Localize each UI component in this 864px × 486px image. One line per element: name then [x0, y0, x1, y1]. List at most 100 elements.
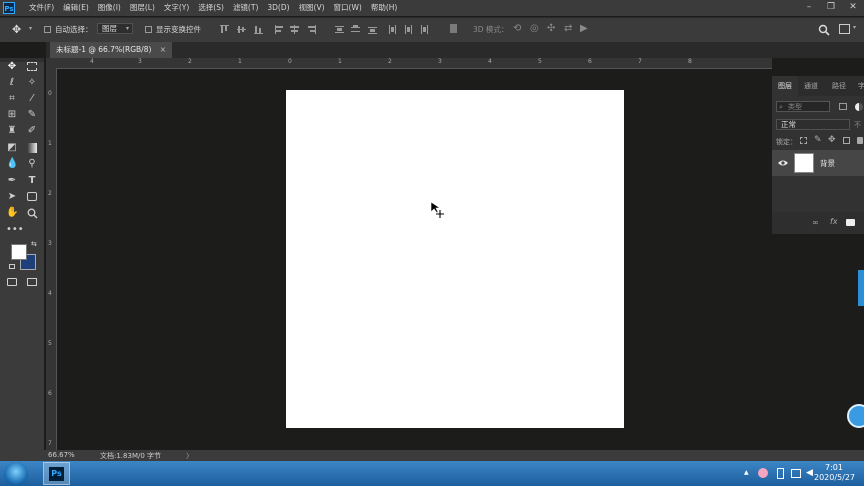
search-icon[interactable]: [818, 24, 830, 36]
align-bottom-icon[interactable]: [254, 26, 263, 34]
ps-logo-icon: Ps: [3, 2, 15, 14]
path-selection-tool-icon[interactable]: ➤: [6, 191, 18, 203]
restore-icon[interactable]: ❐: [820, 0, 842, 16]
dodge-tool-icon[interactable]: ⚲: [26, 158, 38, 170]
move-tool-icon[interactable]: ✥: [6, 61, 18, 73]
status-menu-arrow-icon[interactable]: 〉: [186, 451, 193, 461]
zoom-level[interactable]: 66.67%: [48, 451, 75, 459]
distribute-hcenter-icon[interactable]: [405, 25, 412, 34]
tray-expand-icon[interactable]: ▲: [744, 469, 749, 476]
align-vcenter-icon[interactable]: [237, 26, 246, 33]
screen-mode-icon[interactable]: [27, 278, 37, 286]
menu-filter[interactable]: 滤镜(T): [233, 0, 258, 16]
menu-select[interactable]: 选择(S): [198, 0, 224, 16]
distribute-vcenter-icon[interactable]: [351, 25, 360, 32]
align-top-icon[interactable]: [220, 25, 229, 33]
layer-filter-field[interactable]: ⌕ 类型: [776, 101, 830, 112]
auto-align-icon[interactable]: [450, 24, 457, 33]
tab-close-icon[interactable]: ×: [160, 45, 166, 54]
distribute-right-icon[interactable]: [421, 25, 428, 34]
menu-help[interactable]: 帮助(H): [371, 0, 398, 16]
brush-tool-icon[interactable]: ✎: [26, 109, 38, 121]
history-brush-tool-icon[interactable]: ✐: [26, 125, 38, 137]
more-tools-icon[interactable]: •••: [6, 224, 24, 236]
eraser-tool-icon[interactable]: ◩: [6, 142, 18, 154]
layer-row-background[interactable]: 背景: [772, 150, 864, 176]
menu-window[interactable]: 窗口(W): [334, 0, 362, 16]
chevron-down-icon[interactable]: ▾: [853, 24, 856, 31]
tab-layers[interactable]: 图层: [772, 76, 798, 96]
distribute-top-icon[interactable]: [335, 26, 344, 33]
auto-select-checkbox[interactable]: [44, 26, 51, 33]
distribute-bottom-icon[interactable]: [368, 27, 377, 34]
menu-file[interactable]: 文件(F): [29, 0, 54, 16]
menu-3d[interactable]: 3D(D): [267, 0, 289, 16]
start-button-icon[interactable]: [4, 462, 28, 486]
menu-edit[interactable]: 编辑(E): [63, 0, 89, 16]
3d-slide-icon[interactable]: ⇄: [564, 23, 572, 34]
shape-tool-icon[interactable]: [27, 192, 37, 201]
taskbar-photoshop-button[interactable]: Ps: [43, 462, 70, 485]
tab-character[interactable]: 字: [858, 76, 864, 96]
blend-mode-dropdown[interactable]: 正常: [776, 119, 850, 130]
lasso-tool-icon[interactable]: ℓ: [6, 77, 18, 89]
auto-select-dropdown[interactable]: 图层 ▾: [97, 23, 133, 34]
align-left-icon[interactable]: [275, 25, 283, 34]
align-hcenter-icon[interactable]: [290, 25, 299, 34]
default-colors-icon[interactable]: [9, 264, 15, 269]
crop-tool-icon[interactable]: ⌗: [6, 93, 18, 105]
menu-image[interactable]: 图像(I): [98, 0, 121, 16]
menu-view[interactable]: 视图(V): [299, 0, 325, 16]
fx-icon[interactable]: fx: [830, 217, 838, 226]
type-tool-icon[interactable]: T: [26, 175, 38, 187]
distribute-left-icon[interactable]: [389, 25, 396, 34]
eye-visibility-icon[interactable]: [778, 159, 788, 167]
3d-drag-icon[interactable]: ✣: [547, 23, 555, 34]
blur-tool-icon[interactable]: 💧: [6, 158, 18, 170]
menu-type[interactable]: 文字(Y): [164, 0, 189, 16]
move-tool-preset-icon[interactable]: ✥: [12, 24, 21, 35]
zoom-tool-icon[interactable]: [27, 208, 38, 219]
3d-camera-icon[interactable]: ▶: [580, 23, 588, 34]
volume-icon[interactable]: ◀: [806, 469, 813, 478]
workspace-icon[interactable]: [839, 24, 850, 34]
filter-pixel-icon[interactable]: [839, 103, 847, 110]
tab-channels[interactable]: 通道: [804, 76, 818, 96]
quick-mask-icon[interactable]: [7, 278, 17, 286]
hand-tool-icon[interactable]: ✋: [6, 207, 18, 219]
align-right-icon[interactable]: [308, 25, 316, 34]
panel-collapse-strip[interactable]: [858, 270, 864, 306]
document-canvas[interactable]: [286, 90, 624, 428]
network-icon[interactable]: [791, 469, 801, 478]
lock-artboard-icon[interactable]: [843, 137, 850, 144]
pen-tool-icon[interactable]: ✒: [6, 175, 18, 187]
lock-pixels-icon[interactable]: ✎: [814, 135, 822, 145]
minimize-icon[interactable]: –: [798, 0, 820, 16]
chevron-down-icon[interactable]: ▾: [29, 25, 32, 32]
3d-roll-icon[interactable]: ◎: [530, 23, 539, 34]
taskbar-clock[interactable]: 7:01 2020/5/27: [814, 463, 855, 483]
foreground-color-swatch[interactable]: [11, 244, 27, 260]
link-layers-icon[interactable]: ∞: [812, 218, 819, 227]
gradient-tool-icon[interactable]: [27, 143, 37, 153]
eyedropper-tool-icon[interactable]: ⁄: [26, 93, 38, 105]
floating-assistant-button[interactable]: [847, 404, 864, 428]
marquee-tool-icon[interactable]: [27, 62, 37, 71]
filter-adjustment-icon[interactable]: [855, 103, 863, 111]
magic-wand-tool-icon[interactable]: ✧: [26, 77, 38, 89]
clone-stamp-tool-icon[interactable]: ♜: [6, 125, 18, 137]
document-tab[interactable]: 未标题-1 @ 66.7%(RGB/8) ×: [50, 42, 173, 58]
menu-layer[interactable]: 图层(L): [130, 0, 155, 16]
lock-all-icon[interactable]: [857, 137, 863, 144]
lock-position-icon[interactable]: ✥: [828, 135, 836, 145]
battery-icon[interactable]: [777, 468, 784, 479]
close-window-icon[interactable]: ✕: [842, 0, 864, 16]
3d-rotate-icon[interactable]: ⟲: [513, 23, 521, 34]
tab-paths[interactable]: 路径: [832, 76, 846, 96]
swap-colors-icon[interactable]: ⇆: [31, 240, 37, 248]
healing-brush-tool-icon[interactable]: ⊞: [6, 109, 18, 121]
tray-app-icon[interactable]: [758, 468, 768, 478]
add-mask-icon[interactable]: [846, 219, 855, 226]
show-transform-checkbox[interactable]: [145, 26, 152, 33]
lock-transparent-icon[interactable]: [800, 137, 807, 144]
